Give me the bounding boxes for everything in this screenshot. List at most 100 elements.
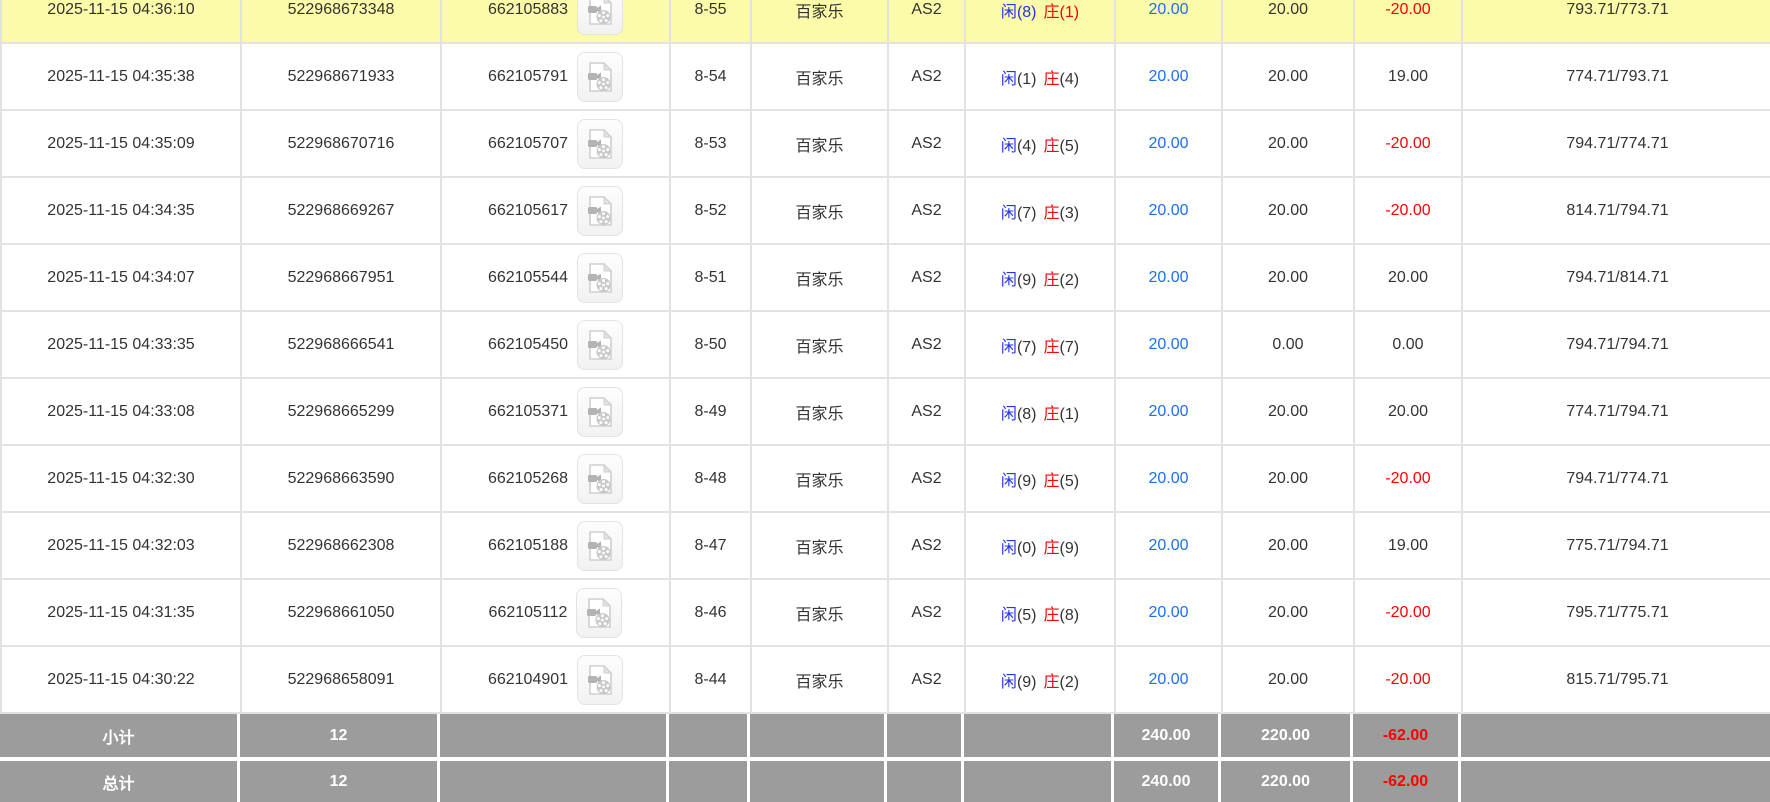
- win-loss-amount: -20.00: [1355, 178, 1463, 243]
- video-replay-icon: [588, 0, 613, 25]
- video-replay-button[interactable]: [577, 520, 624, 571]
- table-name: AS2: [889, 647, 966, 712]
- round-id-cell: 662105188: [442, 513, 671, 578]
- video-replay-button[interactable]: [577, 0, 624, 35]
- bet-time: 2025-11-15 04:36:10: [2, 0, 242, 42]
- valid-bet-amount[interactable]: 20.00: [1116, 178, 1223, 243]
- win-loss-amount: 20.00: [1355, 245, 1463, 310]
- balance: 795.71/775.71: [1566, 603, 1669, 621]
- round-number: 8-47: [671, 513, 752, 578]
- video-replay-button[interactable]: [577, 118, 624, 169]
- table-row[interactable]: 2025-11-15 04:33:08 522968665299 6621053…: [0, 377, 1770, 444]
- table-row[interactable]: 2025-11-15 04:33:35 522968666541 6621054…: [0, 310, 1770, 377]
- balance: 774.71/793.71: [1566, 67, 1669, 85]
- video-replay-button[interactable]: [577, 654, 624, 705]
- video-replay-button[interactable]: [577, 386, 624, 437]
- round-id: 662105268: [487, 469, 569, 487]
- table-row[interactable]: 2025-11-15 04:36:10 522968673348 6621058…: [0, 0, 1770, 42]
- bet-amount: 0.00: [1223, 312, 1355, 377]
- video-replay-button[interactable]: [577, 252, 624, 303]
- valid-bet-amount[interactable]: 20.00: [1116, 312, 1223, 377]
- bet-time: 2025-11-15 04:35:09: [2, 111, 242, 176]
- banker-result: 庄(5): [1043, 137, 1080, 155]
- player-result: 闲(8): [1000, 3, 1037, 21]
- game-name: 百家乐: [752, 580, 889, 645]
- round-number: 8-52: [671, 178, 752, 243]
- table-row[interactable]: 2025-11-15 04:35:38 522968671933 6621057…: [0, 42, 1770, 109]
- table-row[interactable]: 2025-11-15 04:34:35 522968669267 6621056…: [0, 176, 1770, 243]
- player-result: 闲(9): [1000, 472, 1037, 490]
- bet-id: 522968663590: [242, 446, 442, 511]
- valid-bet-amount[interactable]: 20.00: [1116, 580, 1223, 645]
- round-id-cell: 662105791: [442, 44, 671, 109]
- banker-result: 庄(7): [1043, 338, 1080, 356]
- table-name: AS2: [889, 111, 966, 176]
- game-name: 百家乐: [752, 647, 889, 712]
- bet-id: 522968670716: [242, 111, 442, 176]
- win-loss-amount: 19.00: [1355, 44, 1463, 109]
- banker-result: 庄(1): [1043, 3, 1080, 21]
- bet-amount: 20.00: [1223, 44, 1355, 109]
- valid-bet-amount[interactable]: 20.00: [1116, 111, 1223, 176]
- banker-result: 庄(2): [1043, 673, 1080, 691]
- game-name: 百家乐: [752, 312, 889, 377]
- game-result: 闲(4) 庄(5): [966, 111, 1116, 176]
- table-row[interactable]: 2025-11-15 04:35:09 522968670716 6621057…: [0, 109, 1770, 176]
- table-name: AS2: [889, 44, 966, 109]
- round-id: 662105883: [487, 0, 569, 18]
- table-name: AS2: [889, 312, 966, 377]
- balance: 794.71/774.71: [1566, 134, 1669, 152]
- valid-bet-amount[interactable]: 20.00: [1116, 446, 1223, 511]
- table-row[interactable]: 2025-11-15 04:32:30 522968663590 6621052…: [0, 444, 1770, 511]
- round-number: 8-49: [671, 379, 752, 444]
- player-result: 闲(4): [1000, 137, 1037, 155]
- total-win-loss: -62.00: [1353, 761, 1461, 802]
- game-result: 闲(7) 庄(3): [966, 178, 1116, 243]
- bet-time: 2025-11-15 04:30:22: [2, 647, 242, 712]
- video-replay-icon: [588, 664, 613, 695]
- valid-bet-amount[interactable]: 20.00: [1116, 0, 1223, 42]
- bet-amount: 20.00: [1223, 647, 1355, 712]
- game-name: 百家乐: [752, 513, 889, 578]
- game-result: 闲(9) 庄(5): [966, 446, 1116, 511]
- bet-time: 2025-11-15 04:31:35: [2, 580, 242, 645]
- game-result: 闲(5) 庄(8): [966, 580, 1116, 645]
- banker-result: 庄(2): [1043, 271, 1080, 289]
- round-number: 8-50: [671, 312, 752, 377]
- video-replay-button[interactable]: [576, 587, 623, 638]
- bet-history-table: 2025-11-15 04:36:10 522968673348 6621058…: [0, 0, 1770, 802]
- video-replay-icon: [588, 195, 613, 226]
- table-row[interactable]: 2025-11-15 04:32:03 522968662308 6621051…: [0, 511, 1770, 578]
- round-id-cell: 662105450: [442, 312, 671, 377]
- valid-bet-amount[interactable]: 20.00: [1116, 513, 1223, 578]
- game-name: 百家乐: [752, 44, 889, 109]
- subtotal-win-loss: -62.00: [1353, 714, 1461, 757]
- valid-bet-amount[interactable]: 20.00: [1116, 44, 1223, 109]
- video-replay-icon: [588, 61, 613, 92]
- balance: 775.71/794.71: [1566, 536, 1669, 554]
- table-row[interactable]: 2025-11-15 04:34:07 522968667951 6621055…: [0, 243, 1770, 310]
- valid-bet-amount[interactable]: 20.00: [1116, 245, 1223, 310]
- balance: 793.71/773.71: [1566, 0, 1669, 18]
- video-replay-button[interactable]: [577, 319, 624, 370]
- video-replay-button[interactable]: [577, 51, 624, 102]
- banker-result: 庄(1): [1043, 405, 1080, 423]
- table-row[interactable]: 2025-11-15 04:31:35 522968661050 6621051…: [0, 578, 1770, 645]
- win-loss-amount: -20.00: [1355, 446, 1463, 511]
- round-id-cell: 662104901: [442, 647, 671, 712]
- video-replay-button[interactable]: [577, 453, 624, 504]
- bet-amount: 20.00: [1223, 446, 1355, 511]
- valid-bet-amount[interactable]: 20.00: [1116, 379, 1223, 444]
- player-result: 闲(7): [1000, 338, 1037, 356]
- table-row[interactable]: 2025-11-15 04:30:22 522968658091 6621049…: [0, 645, 1770, 712]
- video-replay-icon: [588, 262, 613, 293]
- win-loss-amount: 20.00: [1355, 379, 1463, 444]
- round-number: 8-48: [671, 446, 752, 511]
- video-replay-button[interactable]: [577, 185, 624, 236]
- valid-bet-amount[interactable]: 20.00: [1116, 647, 1223, 712]
- bet-time: 2025-11-15 04:32:03: [2, 513, 242, 578]
- round-id-cell: 662105268: [442, 446, 671, 511]
- round-number: 8-51: [671, 245, 752, 310]
- round-id-cell: 662105707: [442, 111, 671, 176]
- total-valid-bet: 240.00: [1114, 761, 1221, 802]
